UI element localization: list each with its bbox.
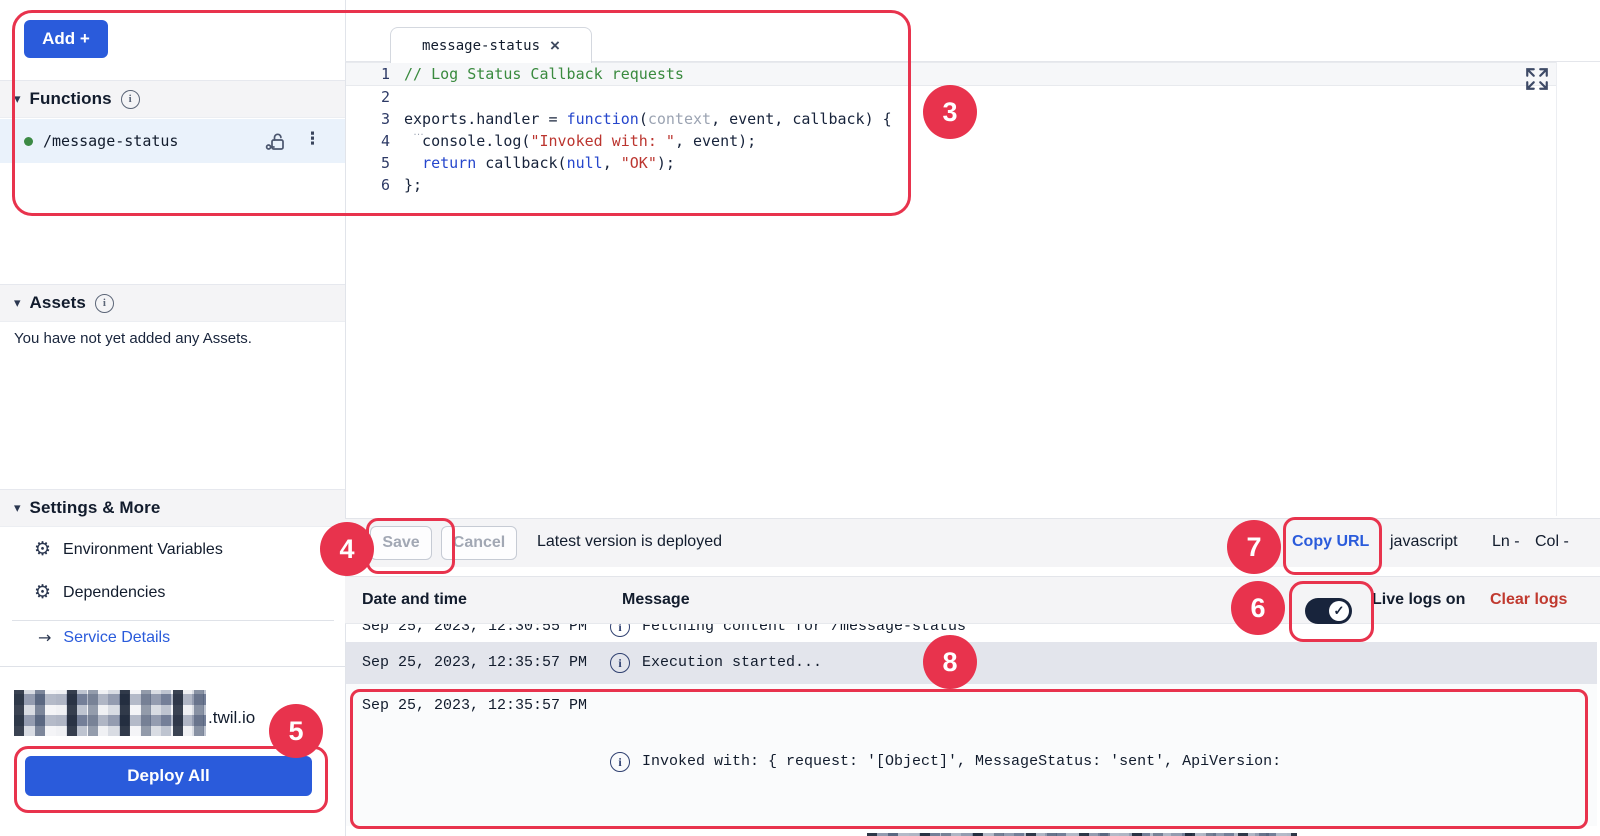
logs-header: Date and time Message ✓ Live logs on Cle… xyxy=(345,576,1600,624)
sidebar-item-label: Environment Variables xyxy=(63,541,223,559)
log-message-multiline: Invoked with: { request: '[Object]', Mes… xyxy=(642,692,1486,836)
code-comment: // Log Status Callback requests xyxy=(404,65,684,83)
divider xyxy=(12,620,334,621)
log-time: Sep 25, 2023, 12:35:57 PM xyxy=(362,697,587,714)
code-keyword: null xyxy=(567,154,603,172)
annotation-badge-7: 7 xyxy=(1227,520,1281,574)
code-text: , xyxy=(603,154,621,172)
language-indicator: javascript xyxy=(1390,533,1458,551)
annotation-badge-5: 5 xyxy=(269,704,323,758)
protected-lock-icon[interactable] xyxy=(264,130,288,154)
log-message: Fetching content for /message-status xyxy=(642,624,966,635)
assets-empty-text: You have not yet added any Assets. xyxy=(14,330,252,347)
editor-status-bar: Save Cancel Latest version is deployed C… xyxy=(345,518,1600,567)
line-number: 4 xyxy=(346,132,404,150)
column-indicator: Col - xyxy=(1535,533,1569,551)
deploy-status-text: Latest version is deployed xyxy=(537,533,722,551)
code-text: ( xyxy=(639,110,648,128)
line-number: 5 xyxy=(346,154,404,172)
deploy-all-button[interactable]: Deploy All xyxy=(25,756,312,796)
function-path: /message-status xyxy=(43,132,178,150)
annotation-badge-4: 4 xyxy=(320,522,374,576)
redacted-domain-name xyxy=(14,690,206,736)
chevron-down-icon[interactable]: ▾ xyxy=(14,91,21,107)
live-logs-toggle[interactable]: ✓ xyxy=(1305,598,1352,624)
function-item-message-status[interactable]: /message-status ⋮ xyxy=(0,119,345,163)
add-button[interactable]: Add + xyxy=(24,20,108,58)
code-text: , event, callback) { xyxy=(711,110,892,128)
code-text xyxy=(404,154,422,172)
line-indicator: Ln - xyxy=(1492,533,1520,551)
line-number: 6 xyxy=(346,176,404,194)
toggle-check-icon: ✓ xyxy=(1329,601,1349,621)
annotation-badge-8: 8 xyxy=(923,635,977,689)
info-icon: i xyxy=(610,752,630,772)
sidebar-item-dependencies[interactable]: ⚙ Dependencies xyxy=(34,583,165,602)
sidebar-item-environment-variables[interactable]: ⚙ Environment Variables xyxy=(34,540,223,559)
line-number: 1 xyxy=(346,65,404,83)
log-time: Sep 25, 2023, 12:35:57 PM xyxy=(362,654,587,671)
deployed-dot-icon xyxy=(24,137,33,146)
info-icon: i xyxy=(610,624,630,637)
log-line: '2010-04-01', SmsSid: 'SM', SmsStatus: '… xyxy=(642,832,1486,836)
code-param: context xyxy=(648,110,711,128)
code-line-6: 6 }; xyxy=(346,174,1556,196)
code-keyword: function xyxy=(567,110,639,128)
line-number: 3 xyxy=(346,110,404,128)
functions-section-header[interactable]: ▾ Functions i xyxy=(0,80,345,118)
line-number: 2 xyxy=(346,88,404,106)
log-row-fetching[interactable]: Sep 25, 2023, 12:30:55 PM i Fetching con… xyxy=(346,624,1597,642)
code-text: ); xyxy=(657,154,675,172)
clear-logs-button[interactable]: Clear logs xyxy=(1490,591,1567,609)
annotation-badge-3: 3 xyxy=(923,85,977,139)
code-text: exports.handler = xyxy=(404,110,567,128)
chevron-down-icon[interactable]: ▾ xyxy=(14,295,21,311)
code-line-5: 5 return callback(null, "OK"); xyxy=(346,152,1556,174)
annotation-badge-6: 6 xyxy=(1231,581,1285,635)
info-icon[interactable]: i xyxy=(95,294,114,313)
code-fold-marker[interactable]: … xyxy=(413,126,425,138)
arrow-right-icon: → xyxy=(38,628,51,647)
gear-icon: ⚙ xyxy=(34,583,51,602)
code-text: }; xyxy=(404,176,422,194)
twilio-functions-editor: Add + ▾ Functions i /message-status ⋮ ▾ … xyxy=(0,0,1600,836)
info-icon[interactable]: i xyxy=(121,90,140,109)
live-logs-label: Live logs on xyxy=(1372,591,1465,609)
cancel-button[interactable]: Cancel xyxy=(441,526,517,560)
kebab-menu-icon[interactable]: ⋮ xyxy=(304,129,321,149)
code-text: , event); xyxy=(675,132,756,150)
code-string: "OK" xyxy=(621,154,657,172)
log-line: Invoked with: { request: '[Object]', Mes… xyxy=(642,748,1486,776)
column-message: Message xyxy=(622,591,690,609)
sidebar-item-service-details[interactable]: → Service Details xyxy=(38,628,170,647)
info-icon: i xyxy=(610,653,630,673)
log-row-invoked-with[interactable]: Sep 25, 2023, 12:35:57 PM i Invoked with… xyxy=(346,684,1597,826)
tab-message-status[interactable]: message-status × xyxy=(390,27,592,63)
divider xyxy=(0,666,345,667)
sidebar-item-label: Dependencies xyxy=(63,584,165,602)
log-message: Execution started... xyxy=(642,654,822,671)
settings-section-header[interactable]: ▾ Settings & More xyxy=(0,489,345,527)
save-button[interactable]: Save xyxy=(370,526,432,560)
assets-title: Assets xyxy=(30,293,86,313)
log-text: Invoked with: { request: '[Object]', Mes… xyxy=(642,753,1281,770)
domain-suffix: .twil.io xyxy=(208,708,255,728)
functions-title: Functions xyxy=(30,89,112,109)
copy-url-link[interactable]: Copy URL xyxy=(1292,533,1369,551)
service-details-link[interactable]: Service Details xyxy=(63,629,170,647)
close-icon[interactable]: × xyxy=(550,37,560,54)
tab-label: message-status xyxy=(422,38,540,54)
gear-icon: ⚙ xyxy=(34,540,51,559)
code-keyword: return xyxy=(422,154,476,172)
code-string: "Invoked with: " xyxy=(530,132,675,150)
settings-title: Settings & More xyxy=(30,498,161,518)
code-line-1: 1 // Log Status Callback requests xyxy=(346,62,1556,86)
editor-scroll-gutter[interactable] xyxy=(1556,62,1557,516)
column-date-time: Date and time xyxy=(362,591,467,609)
fullscreen-expand-icon[interactable] xyxy=(1524,66,1550,92)
assets-section-header[interactable]: ▾ Assets i xyxy=(0,284,345,322)
code-text: callback( xyxy=(476,154,566,172)
chevron-down-icon[interactable]: ▾ xyxy=(14,500,21,516)
log-time: Sep 25, 2023, 12:30:55 PM xyxy=(362,624,587,635)
